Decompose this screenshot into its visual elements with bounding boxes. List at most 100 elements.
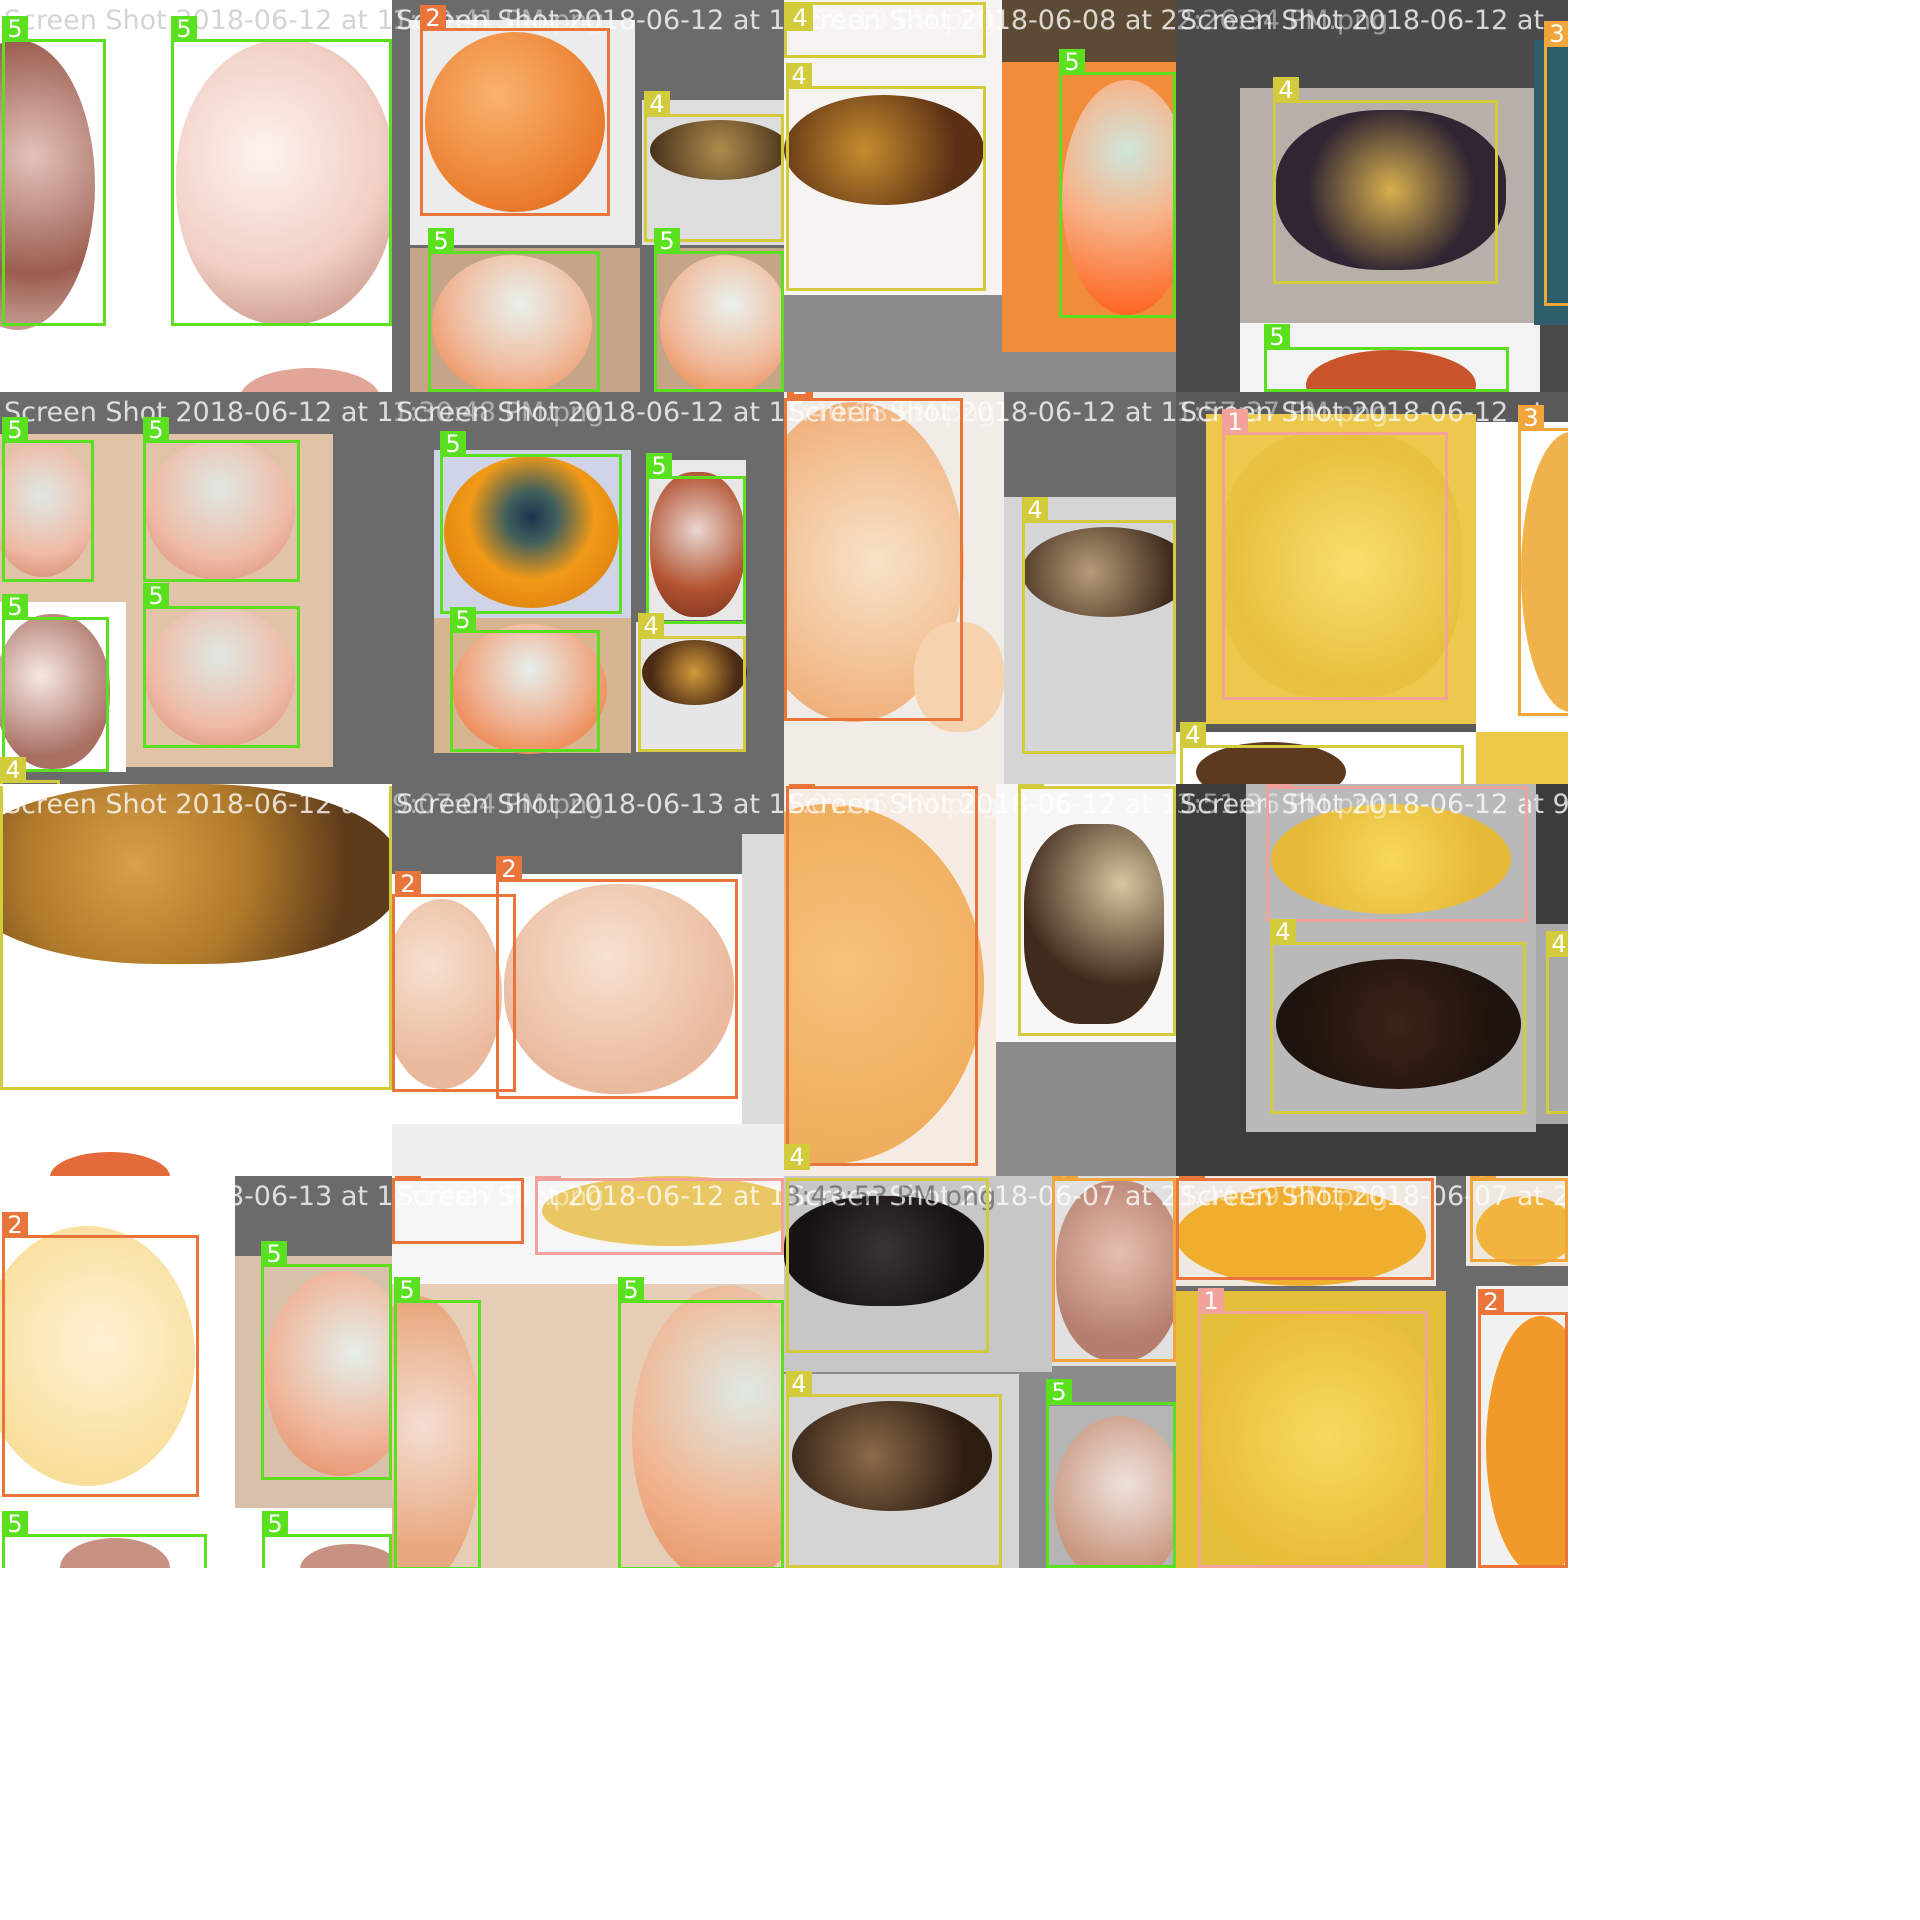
tile-3: Screen Shot 2018-06-12 at 2:26:34 PM.png… xyxy=(1176,0,1568,392)
detection-box: 5 xyxy=(394,1277,481,1568)
class-label: 5 xyxy=(1264,324,1290,350)
class-label: 5 xyxy=(261,1241,287,1267)
detection-box: 3 xyxy=(1518,405,1568,716)
class-label: 2 xyxy=(420,5,446,31)
class-label: 4 xyxy=(644,91,670,117)
class-label: 4 xyxy=(638,613,664,639)
screenshot-caption-overlap: 2:26:34 PM.png xyxy=(1176,5,1389,36)
tile-12: Screen Shot 2018-06-13 at 1 2 5 5 5 xyxy=(0,1176,392,1568)
tile-1: Screen Shot 2018-06-12 at 1 1:30:41 PM.p… xyxy=(392,0,784,392)
tile-10: Screen Shot 2018-06-12 at 1 1:07:46 AM.p… xyxy=(784,784,1176,1176)
detection-box: 5 xyxy=(2,417,94,582)
screenshot-caption-overlap: 9:07:04 PM.png xyxy=(392,789,605,820)
class-label: 5 xyxy=(2,16,28,42)
detection-box: 5 xyxy=(262,1511,392,1568)
detection-box: 4 xyxy=(1546,931,1568,1114)
detection-box: 5 xyxy=(143,417,300,582)
detection-box: 3 xyxy=(1052,1176,1176,1362)
detection-box: 5 xyxy=(428,228,600,392)
tile-5: Screen Shot 2018-06-12 at 1 1:30:48 PM.p… xyxy=(392,392,784,784)
class-label: 4 xyxy=(0,757,26,783)
class-label: 5 xyxy=(171,16,197,42)
class-label: 1 xyxy=(1222,409,1248,435)
class-label: 3 xyxy=(1518,405,1544,431)
class-label: 1 xyxy=(1198,1288,1224,1314)
class-label: 2 xyxy=(395,1176,421,1181)
class-label: 2 xyxy=(787,392,813,399)
detection-box: 2 xyxy=(420,5,610,216)
detection-box: 5 xyxy=(143,583,300,748)
detection-box: 5 xyxy=(171,16,392,326)
class-label: 2 xyxy=(395,871,421,897)
detection-box: 4 xyxy=(1180,722,1464,784)
detection-box: 4 xyxy=(644,91,784,242)
detection-box: 2 xyxy=(1176,1176,1434,1280)
detection-box: 4 xyxy=(786,63,986,291)
detection-box: 5 xyxy=(2,16,106,326)
class-label: 2 xyxy=(496,856,522,882)
class-label: 4 xyxy=(1273,77,1299,103)
class-label: 5 xyxy=(618,1277,644,1303)
tile-13: Screen Shot 2018-06-12 at 1 2:15:27 PM.p… xyxy=(392,1176,784,1568)
detection-box: 2 xyxy=(392,1176,524,1244)
detection-box: 2 xyxy=(784,392,963,721)
class-label: 3 xyxy=(1544,21,1568,47)
detection-box: 4 xyxy=(1018,784,1176,1036)
class-label: 4 xyxy=(1270,919,1296,945)
class-label: 1 xyxy=(1266,784,1292,787)
class-label: 5 xyxy=(1046,1379,1072,1405)
tile-8: Screen Shot 2018-06-12 at 1 4 xyxy=(0,784,392,1176)
class-label: 2 xyxy=(789,784,815,787)
screenshot-caption: Screen Shot 2018-06-12 at 1 xyxy=(4,5,392,36)
detection-box: 5 xyxy=(1264,324,1509,392)
class-label: 4 xyxy=(1546,931,1568,957)
detection-box: 5 xyxy=(618,1277,784,1568)
class-label: 4 xyxy=(1180,722,1206,748)
detection-box: 5 xyxy=(1046,1379,1176,1568)
detection-box: 5 xyxy=(2,594,109,772)
detection-box: 1 xyxy=(1198,1288,1428,1568)
class-label: 5 xyxy=(450,607,476,633)
class-label: 5 xyxy=(2,1511,28,1537)
class-label: 5 xyxy=(646,453,672,479)
detection-box: 2 xyxy=(2,1212,199,1497)
class-label: 5 xyxy=(394,1277,420,1303)
class-label: 2 xyxy=(2,1212,28,1238)
class-label: 4 xyxy=(784,1144,810,1170)
class-label: 5 xyxy=(262,1511,288,1537)
moldy-orange-image xyxy=(240,368,380,392)
tile-2: Screen Shot 2018-06-08 at 2 1:58:19 PM.p… xyxy=(784,0,1176,392)
tile-7: Screen Shot 2018-06-12 at 1:57:37 PM.png… xyxy=(1176,392,1568,784)
detection-box: 5 xyxy=(261,1241,392,1480)
class-label: 5 xyxy=(2,417,28,443)
detection-box: 3 xyxy=(1544,21,1568,306)
detection-box: 2 xyxy=(1478,1289,1568,1568)
class-label: 4 xyxy=(1018,784,1044,787)
detection-box: 1 xyxy=(1266,784,1528,922)
class-label: 5 xyxy=(654,228,680,254)
detection-box: 5 xyxy=(1059,49,1176,318)
tile-11: Screen Shot 2018-06-12 at 9 3:51:36 PM.p… xyxy=(1176,784,1568,1176)
detection-box: 2 xyxy=(786,784,978,1166)
detection-box: 4 xyxy=(1270,919,1526,1114)
tile-15: Screen Shot 2018-06-07 at 2 3:44:59 PM.p… xyxy=(1176,1176,1568,1568)
detection-box: 4 xyxy=(784,2,986,58)
detection-box: 5 xyxy=(440,431,622,614)
class-label: 5 xyxy=(143,417,169,443)
class-label: 4 xyxy=(786,63,812,89)
detection-box: 1 xyxy=(1222,409,1448,700)
class-label: 3 xyxy=(1052,1176,1078,1181)
class-label: 4 xyxy=(786,1371,812,1397)
detection-box: 4 xyxy=(784,1144,810,1176)
class-label: 2 xyxy=(1179,1176,1205,1181)
detection-box: 5 xyxy=(450,607,600,752)
detection-box: 5 xyxy=(2,1511,207,1568)
detection-box: 4 xyxy=(1022,497,1176,754)
detection-box: 4 xyxy=(1273,77,1498,284)
screenshot-caption-overlap: 1:30:48 PM.png xyxy=(392,397,605,428)
detection-box: 4 xyxy=(0,786,392,1090)
class-label: 4 xyxy=(1022,497,1048,523)
class-label: 5 xyxy=(2,594,28,620)
tile-6: Screen Shot 2018-06-12 at 1 1:40:18 PM.p… xyxy=(784,392,1176,784)
screenshot-caption-overlap: 1:57:37 PM.png xyxy=(1176,397,1389,428)
